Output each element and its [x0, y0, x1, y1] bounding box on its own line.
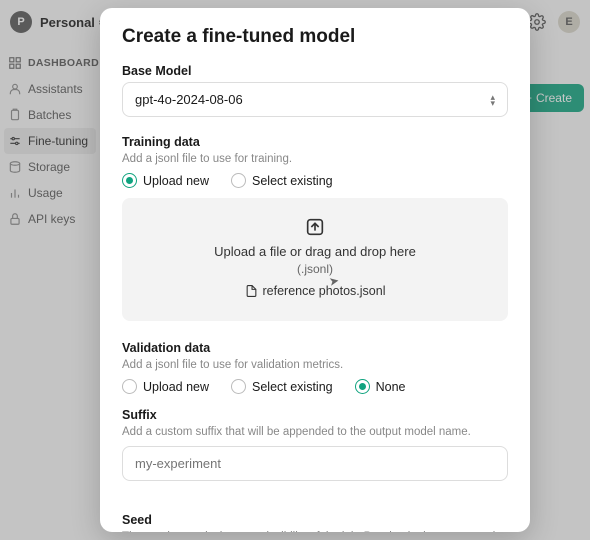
- training-existing-radio[interactable]: Select existing: [231, 173, 333, 188]
- validation-none-radio[interactable]: None: [355, 379, 406, 394]
- uploaded-file-chip[interactable]: reference photos.jsonl: [245, 284, 386, 298]
- training-sublabel: Add a jsonl file to use for training.: [122, 153, 508, 165]
- radio-dot-icon: [122, 379, 137, 394]
- upload-icon: [304, 216, 326, 238]
- select-chevron-icon: ▴▾: [490, 94, 495, 106]
- validation-label: Validation data: [122, 341, 508, 355]
- validation-sublabel: Add a jsonl file to use for validation m…: [122, 359, 508, 371]
- modal-title: Create a fine-tuned model: [122, 26, 508, 48]
- radio-dot-icon: [231, 173, 246, 188]
- training-label: Training data: [122, 135, 508, 149]
- radio-dot-icon: [355, 379, 370, 394]
- radio-dot-icon: [122, 173, 137, 188]
- base-model-value: gpt-4o-2024-08-06: [135, 92, 243, 107]
- create-finetune-modal: Create a fine-tuned model Base Model gpt…: [100, 8, 530, 532]
- validation-existing-radio[interactable]: Select existing: [231, 379, 333, 394]
- suffix-input[interactable]: [122, 446, 508, 481]
- suffix-sublabel: Add a custom suffix that will be appende…: [122, 426, 508, 438]
- suffix-label: Suffix: [122, 408, 508, 422]
- file-icon: [245, 284, 258, 298]
- uploaded-file-name: reference photos.jsonl: [263, 284, 386, 298]
- base-model-label: Base Model: [122, 64, 508, 78]
- validation-upload-radio[interactable]: Upload new: [122, 379, 209, 394]
- base-model-select[interactable]: gpt-4o-2024-08-06 ▴▾: [122, 82, 508, 117]
- dropzone-text: Upload a file or drag and drop here: [140, 244, 490, 259]
- cursor-icon: ➤: [328, 273, 340, 289]
- training-upload-radio[interactable]: Upload new: [122, 173, 209, 188]
- radio-dot-icon: [231, 379, 246, 394]
- seed-label: Seed: [122, 513, 508, 527]
- seed-sublabel: The seed controls the reproducibility of…: [122, 531, 508, 532]
- dropzone-subtext: (.jsonl) ➤: [140, 262, 490, 276]
- training-dropzone[interactable]: Upload a file or drag and drop here (.js…: [122, 198, 508, 321]
